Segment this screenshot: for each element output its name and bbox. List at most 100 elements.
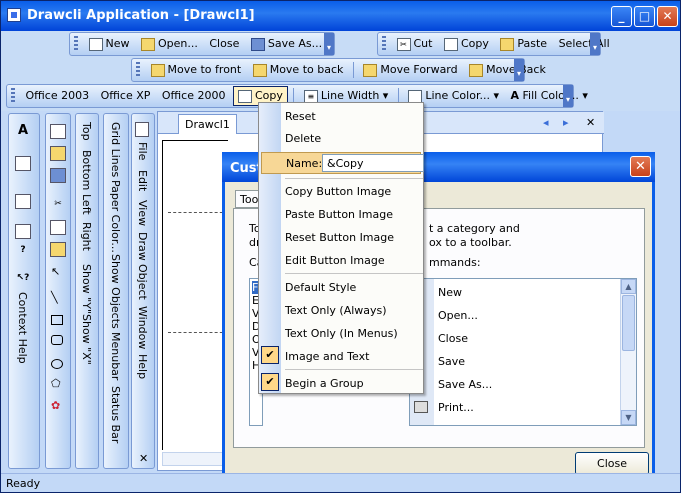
help-icon[interactable]: ? bbox=[15, 244, 31, 259]
menu-help[interactable]: Help bbox=[136, 354, 149, 379]
ellipse-tool-icon[interactable] bbox=[51, 359, 63, 369]
menu-delete[interactable]: Delete bbox=[285, 132, 321, 145]
show-y-label[interactable]: Show "Y" bbox=[80, 264, 93, 314]
fill-color-button[interactable]: A Fill Color... ▾ bbox=[506, 85, 591, 107]
app-icon[interactable] bbox=[7, 8, 21, 22]
context-help-icon[interactable]: ↖? bbox=[15, 272, 31, 287]
left-label[interactable]: Left bbox=[80, 194, 93, 215]
hint-right-1: t a category and bbox=[429, 222, 520, 235]
scroll-up-icon[interactable]: ▲ bbox=[621, 279, 636, 294]
menu-edit[interactable]: Edit bbox=[136, 170, 149, 191]
toolbar-grip[interactable] bbox=[382, 36, 386, 52]
move-to-front-button[interactable]: Move to front bbox=[147, 59, 246, 81]
office-xp-button[interactable]: Office XP bbox=[97, 85, 155, 107]
tab-prev-icon[interactable]: ◂ bbox=[543, 116, 549, 129]
grid-lines-label[interactable]: Grid Lines bbox=[109, 122, 122, 177]
toolbar-grip[interactable] bbox=[11, 88, 15, 104]
list-item[interactable]: New bbox=[438, 286, 462, 299]
open-button[interactable]: Open... bbox=[137, 33, 202, 55]
paste-button[interactable]: Paste bbox=[496, 33, 551, 55]
status-bar: Ready bbox=[1, 473, 680, 492]
menu-edit-button-image[interactable]: Edit Button Image bbox=[285, 254, 385, 267]
toolbar-overflow-chevron[interactable]: ▾ bbox=[590, 33, 600, 55]
menu-default-style[interactable]: Default Style bbox=[285, 281, 356, 294]
maximize-button[interactable]: □ bbox=[634, 6, 655, 27]
menu-paste-button-image[interactable]: Paste Button Image bbox=[285, 208, 393, 221]
menu-file[interactable]: File bbox=[136, 142, 149, 160]
save-icon[interactable] bbox=[50, 168, 66, 183]
new-icon[interactable] bbox=[50, 124, 66, 139]
document-tab[interactable]: Drawcl1 bbox=[178, 114, 237, 134]
office-2000-button[interactable]: Office 2000 bbox=[158, 85, 230, 107]
scroll-down-icon[interactable]: ▼ bbox=[621, 410, 636, 425]
tab-close-icon[interactable]: ✕ bbox=[586, 116, 595, 129]
scroll-thumb[interactable] bbox=[622, 295, 635, 351]
move-back-button[interactable]: Move Back bbox=[465, 59, 550, 81]
menu-object[interactable]: Object bbox=[136, 264, 149, 300]
toolbar-overflow-chevron[interactable]: ▾ bbox=[514, 59, 524, 81]
commands-scrollbar[interactable]: ▲ ▼ bbox=[620, 279, 636, 425]
list-item[interactable]: Close bbox=[438, 332, 468, 345]
copy-button[interactable]: Copy bbox=[440, 33, 493, 55]
menu-copy-button-image[interactable]: Copy Button Image bbox=[285, 185, 391, 198]
rectangle-icon[interactable] bbox=[15, 156, 31, 171]
open-icon[interactable] bbox=[50, 146, 66, 161]
menu-text-only-always[interactable]: Text Only (Always) bbox=[285, 304, 387, 317]
menu-view[interactable]: View bbox=[136, 200, 149, 226]
font-color-icon[interactable]: A bbox=[15, 124, 31, 139]
move-to-back-button[interactable]: Move to back bbox=[249, 59, 348, 81]
cut-icon[interactable]: ✂ bbox=[50, 198, 66, 213]
list-item[interactable]: Save As... bbox=[438, 378, 492, 391]
list-item[interactable]: Print... bbox=[438, 401, 474, 414]
bottom-label[interactable]: Bottom bbox=[80, 150, 93, 190]
status-bar-label[interactable]: Status Bar bbox=[109, 386, 122, 443]
save-as-button[interactable]: Save As... bbox=[247, 33, 326, 55]
office-2003-button[interactable]: Office 2003 bbox=[22, 85, 94, 107]
context-help-label[interactable]: Context Help bbox=[16, 292, 29, 364]
roundrect-tool-icon[interactable] bbox=[51, 335, 63, 345]
menu-reset-button-image[interactable]: Reset Button Image bbox=[285, 231, 394, 244]
dialog-close-btn[interactable]: Close bbox=[575, 452, 649, 475]
tab-next-icon[interactable]: ▸ bbox=[563, 116, 569, 129]
page-setup-icon[interactable] bbox=[15, 194, 31, 209]
print-icon[interactable] bbox=[15, 224, 31, 239]
show-x-label[interactable]: Show "X" bbox=[80, 314, 93, 365]
right-label[interactable]: Right bbox=[80, 222, 93, 251]
color-tool-icon[interactable]: ✿ bbox=[51, 399, 60, 412]
polygon-tool-icon[interactable]: ⬠ bbox=[51, 377, 61, 390]
menu-image-and-text[interactable]: Image and Text bbox=[285, 350, 369, 363]
close-button[interactable]: ✕ bbox=[657, 6, 678, 27]
h-scrollbar[interactable] bbox=[162, 452, 228, 466]
select-arrow-icon[interactable]: ↖ bbox=[51, 265, 60, 278]
commands-list[interactable]: New Open... Close Save Save As... Print.… bbox=[409, 278, 637, 426]
save-as-label: Save As... bbox=[267, 37, 323, 50]
menu-draw[interactable]: Draw bbox=[136, 232, 149, 261]
cut-button[interactable]: ✂ Cut bbox=[393, 33, 437, 55]
name-input[interactable]: &Copy bbox=[322, 154, 424, 172]
menubar-label[interactable]: Menubar bbox=[109, 332, 122, 380]
mdi-close-icon[interactable]: ✕ bbox=[139, 452, 148, 465]
toolbar-grip[interactable] bbox=[136, 62, 140, 78]
close-doc-button[interactable]: Close bbox=[205, 33, 243, 55]
copy-icon[interactable] bbox=[50, 220, 66, 235]
menu-window[interactable]: Window bbox=[136, 306, 149, 349]
toolbar-grip[interactable] bbox=[74, 36, 78, 52]
menu-reset[interactable]: Reset bbox=[285, 110, 316, 123]
top-label[interactable]: Top bbox=[80, 122, 93, 141]
rect-tool-icon[interactable] bbox=[51, 315, 63, 325]
paper-color-label[interactable]: Paper Color... bbox=[109, 180, 122, 253]
show-objects-label[interactable]: Show Objects bbox=[109, 254, 122, 329]
toolbar-overflow-chevron[interactable]: ▾ bbox=[563, 85, 573, 107]
move-forward-button[interactable]: Move Forward bbox=[359, 59, 461, 81]
new-button[interactable]: New bbox=[85, 33, 134, 55]
drawing-page[interactable] bbox=[162, 140, 228, 450]
toolbar-overflow-chevron[interactable]: ▾ bbox=[324, 33, 334, 55]
list-item[interactable]: Open... bbox=[438, 309, 478, 322]
minimize-button[interactable]: _ bbox=[611, 6, 632, 27]
line-tool-icon[interactable]: ╲ bbox=[51, 291, 58, 304]
list-item[interactable]: Save bbox=[438, 355, 465, 368]
menu-begin-group[interactable]: Begin a Group bbox=[285, 377, 364, 390]
menu-text-only-in-menus[interactable]: Text Only (In Menus) bbox=[285, 327, 398, 340]
dialog-close-button[interactable]: ✕ bbox=[630, 156, 651, 177]
select-all-button[interactable]: Select All bbox=[555, 33, 614, 55]
